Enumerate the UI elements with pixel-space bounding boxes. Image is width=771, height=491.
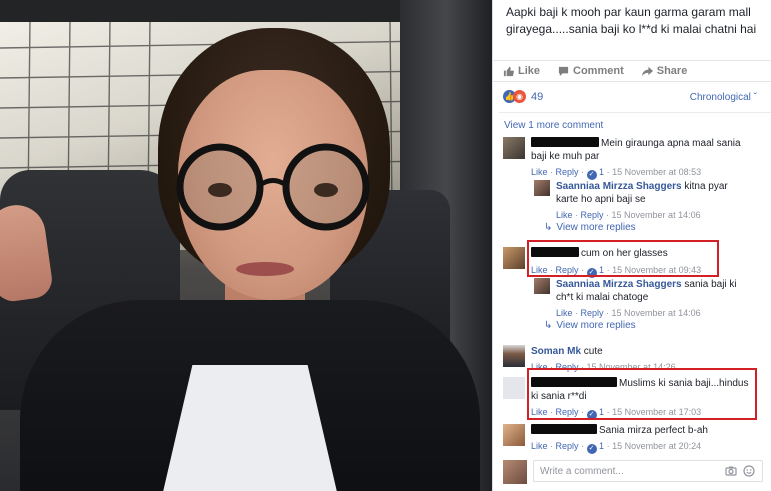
comment-timestamp[interactable]: 15 November at 08:53 (612, 167, 701, 177)
view-more-replies-link[interactable]: ↳ View more replies (544, 320, 636, 331)
thumbs-up-icon (503, 66, 514, 76)
post-photo[interactable] (0, 0, 492, 491)
like-button[interactable]: Like (503, 65, 540, 77)
avatar[interactable] (534, 180, 550, 196)
comment-timestamp[interactable]: 15 November at 14:06 (612, 308, 701, 318)
avatar[interactable] (503, 247, 525, 269)
redacted-name (531, 137, 599, 147)
share-button[interactable]: Share (641, 65, 688, 77)
comment-text: cute (583, 346, 603, 357)
comment-reply-link[interactable]: Reply (556, 167, 579, 177)
comment-meta: Like · Reply · 15 November at 14:06 (556, 308, 701, 318)
lips (236, 262, 294, 276)
comment-icon (558, 66, 569, 76)
avatar[interactable] (503, 377, 525, 399)
comment-like-link[interactable]: Like (531, 441, 548, 451)
commenter-name[interactable]: Saanniaa Mirzza Shaggers (556, 181, 682, 192)
comment-reply-link[interactable]: Reply (581, 210, 604, 220)
like-reaction-icon: ✓ (586, 170, 597, 180)
comment-meta: Like · Reply · ✓ 1 · 15 November at 20:2… (531, 441, 702, 454)
post-actions-bar: Like Comment Share (493, 60, 771, 82)
comment-like-link[interactable]: Like (531, 167, 548, 177)
comment-button[interactable]: Comment (558, 65, 624, 77)
comment-order-dropdown[interactable]: Chronological ˇ (690, 92, 757, 103)
avatar[interactable] (503, 424, 525, 446)
view-more-replies-label: View more replies (556, 320, 636, 331)
like-reaction-icon: ✓ (586, 444, 597, 454)
avatar[interactable] (503, 345, 525, 367)
redacted-name (531, 424, 597, 434)
share-label: Share (656, 65, 688, 77)
reaction-count: 49 (531, 90, 544, 103)
emoji-icon[interactable] (743, 465, 755, 477)
reply-arrow-icon: ↳ (544, 320, 553, 331)
glasses (176, 143, 370, 231)
comment-like-link[interactable]: Like (556, 308, 573, 318)
comment-like-link[interactable]: Like (556, 210, 573, 220)
comments-panel: Aapki baji k mooh par kaun garma garam m… (492, 0, 771, 491)
write-comment-row: Write a comment... (499, 460, 767, 484)
commenter-name[interactable]: Soman Mk (531, 346, 581, 357)
view-more-comments-link[interactable]: View 1 more comment (504, 120, 603, 131)
post-caption: Aapki baji k mooh par kaun garma garam m… (506, 5, 757, 36)
comment-timestamp[interactable]: 15 November at 20:24 (612, 441, 701, 451)
comment-timestamp[interactable]: 15 November at 14:06 (612, 210, 701, 220)
comment-reply-link[interactable]: Reply (556, 441, 579, 451)
divider (499, 112, 771, 113)
current-user-avatar[interactable] (503, 460, 527, 484)
comment-meta: Like · Reply · ✓ 1 · 15 November at 08:5… (531, 167, 702, 180)
commenter-name[interactable]: Saanniaa Mirzza Shaggers (556, 279, 682, 290)
comment-reply-link[interactable]: Reply (581, 308, 604, 318)
angry-reaction-icon: ◉ (513, 90, 526, 103)
like-label: Like (518, 65, 541, 77)
view-more-replies-link[interactable]: ↳ View more replies (544, 222, 636, 233)
reply-arrow-icon: ↳ (544, 222, 553, 233)
comment-text: Sania mirza perfect b-ah (599, 425, 708, 436)
comment-reaction-count[interactable]: 1 (599, 167, 604, 177)
share-arrow-icon (641, 66, 653, 76)
view-more-replies-label: View more replies (556, 222, 636, 233)
comment-reaction-count[interactable]: 1 (599, 441, 604, 451)
red-highlight-box (527, 240, 719, 277)
red-highlight-box (527, 368, 757, 420)
comment-label: Comment (573, 65, 624, 77)
comment-meta: Like · Reply · 15 November at 14:06 (556, 210, 701, 220)
avatar[interactable] (534, 278, 550, 294)
avatar[interactable] (503, 137, 525, 159)
camera-icon[interactable] (725, 465, 737, 477)
reaction-summary[interactable]: 👍 ◉ 49 (503, 90, 543, 103)
